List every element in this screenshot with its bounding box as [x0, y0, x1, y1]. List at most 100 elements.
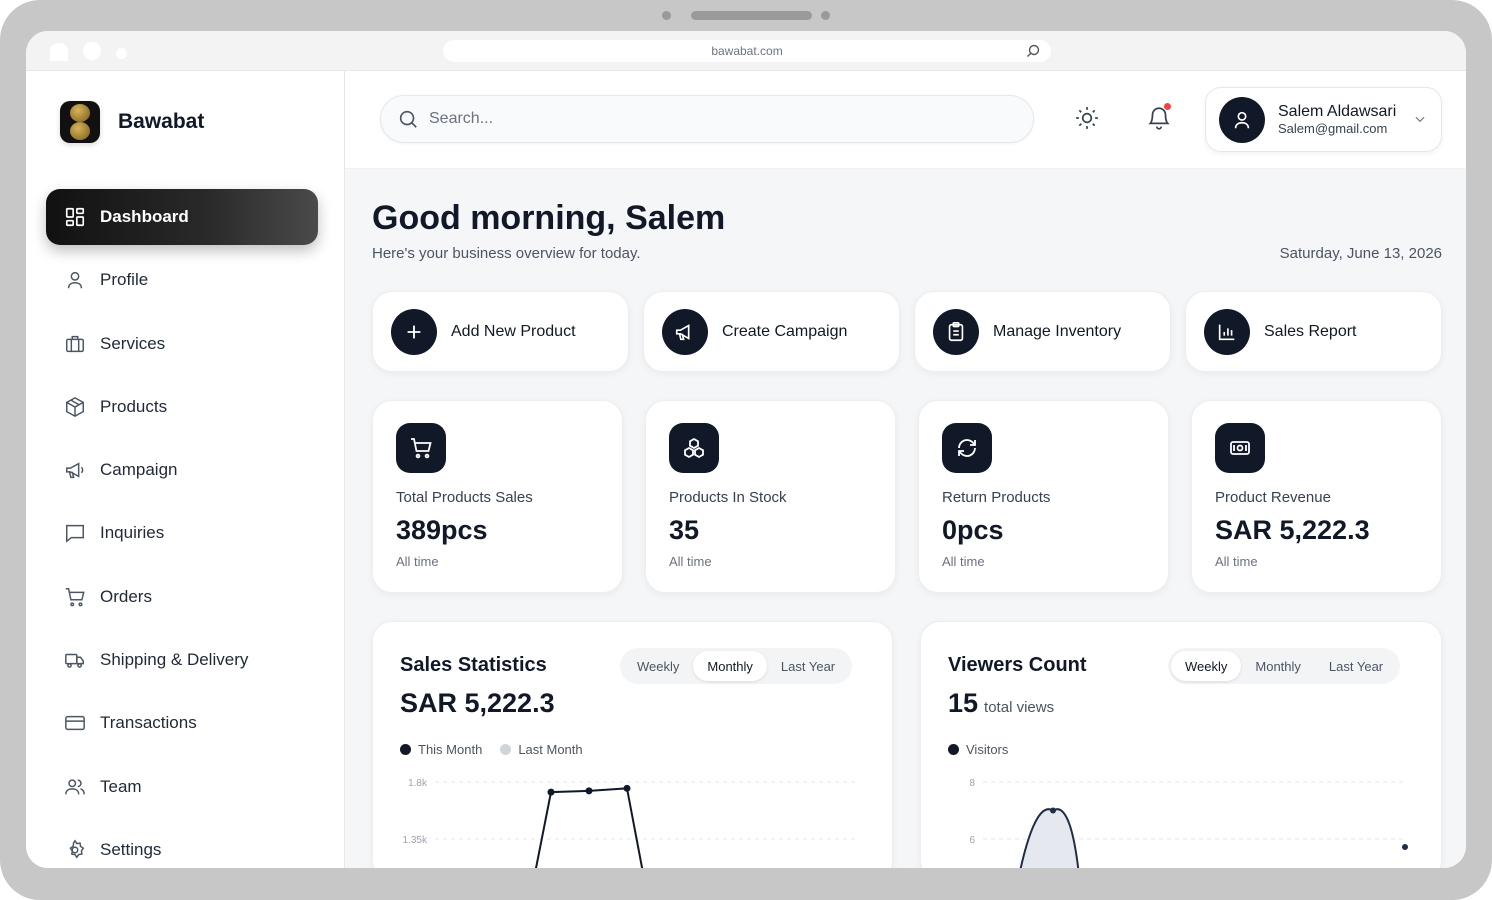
- data-point: [1402, 844, 1408, 850]
- total-views-label: total views: [984, 699, 1055, 716]
- tab-last-year[interactable]: Last Year: [767, 651, 849, 681]
- search-input[interactable]: [429, 110, 989, 128]
- window-control[interactable]: [50, 43, 68, 61]
- screen: bawabat.com Bawabat Dashboard Profile Se…: [26, 31, 1466, 868]
- search-box[interactable]: [380, 95, 1034, 143]
- sales-report-button[interactable]: Sales Report: [1185, 291, 1442, 372]
- device-frame: bawabat.com Bawabat Dashboard Profile Se…: [0, 0, 1492, 900]
- add-product-button[interactable]: Add New Product: [372, 291, 629, 372]
- y-tick-label: 6: [969, 835, 975, 846]
- sidebar-item-label: Team: [100, 776, 142, 796]
- sidebar-item-team[interactable]: Team: [46, 759, 318, 815]
- sidebar-item-label: Shipping & Delivery: [100, 650, 249, 670]
- credit-card-icon: [65, 716, 85, 731]
- browser-bar: bawabat.com: [26, 31, 1466, 71]
- sidebar-item-profile[interactable]: Profile: [46, 252, 318, 308]
- clipboard-icon: [933, 308, 979, 355]
- window-control[interactable]: [83, 42, 101, 60]
- sidebar-item-label: Products: [100, 396, 168, 416]
- current-date: Saturday, June 13, 2026: [1279, 245, 1442, 262]
- page-subtitle: Here's your business overview for today.: [372, 245, 641, 262]
- legend-item[interactable]: Last Month: [500, 742, 583, 757]
- main-content: Good morning, Salem Here's your business…: [345, 169, 1466, 868]
- stat-period: All time: [396, 554, 439, 569]
- series-line: [535, 787, 644, 868]
- brand-logo: [60, 101, 100, 143]
- sidebar-item-dashboard[interactable]: Dashboard: [46, 189, 318, 245]
- dashboard-grid-icon: [65, 207, 85, 227]
- brand[interactable]: Bawabat: [60, 101, 204, 143]
- tab-weekly[interactable]: Weekly: [1171, 651, 1242, 681]
- legend-item[interactable]: Visitors: [948, 742, 1008, 757]
- y-tick-label: 1.35k: [403, 835, 428, 846]
- sun-icon: [1076, 107, 1098, 129]
- tab-weekly[interactable]: Weekly: [623, 651, 693, 681]
- window-control[interactable]: [116, 48, 127, 59]
- manage-inventory-button[interactable]: Manage Inventory: [914, 291, 1171, 372]
- camera-dot: [662, 11, 671, 20]
- tab-last-year[interactable]: Last Year: [1315, 651, 1397, 681]
- sidebar-item-settings[interactable]: Settings: [46, 822, 318, 868]
- users-icon: [65, 779, 85, 795]
- data-point: [547, 788, 555, 796]
- notifications-button[interactable]: [1139, 98, 1179, 138]
- briefcase-icon: [66, 335, 84, 352]
- sidebar-item-label: Orders: [100, 586, 152, 606]
- user-name: Salem Aldawsari: [1278, 103, 1397, 120]
- legend-swatch: [400, 744, 411, 755]
- user-icon: [67, 272, 83, 289]
- topbar: Salem Aldawsari Salem@gmail.com: [345, 71, 1466, 169]
- stat-label: Total Products Sales: [396, 489, 533, 506]
- sidebar-item-label: Campaign: [100, 460, 178, 480]
- legend-swatch: [948, 744, 959, 755]
- user-menu[interactable]: Salem Aldawsari Salem@gmail.com: [1205, 87, 1442, 152]
- megaphone-icon: [662, 308, 708, 355]
- quick-action-label: Create Campaign: [722, 322, 848, 340]
- message-icon: [66, 525, 84, 544]
- sidebar-item-label: Dashboard: [100, 207, 189, 226]
- stat-value: SAR 5,222.3: [1215, 515, 1370, 545]
- bar-chart-icon: [1204, 308, 1250, 355]
- user-email: Salem@gmail.com: [1278, 121, 1388, 136]
- cart-icon: [396, 423, 446, 473]
- sidebar-item-inquiries[interactable]: Inquiries: [46, 505, 318, 561]
- sidebar-item-orders[interactable]: Orders: [46, 569, 318, 625]
- data-point: [1050, 807, 1056, 814]
- search-icon[interactable]: [1025, 43, 1041, 59]
- brand-name: Bawabat: [118, 110, 205, 133]
- total-views-value: 15: [948, 688, 979, 718]
- tab-monthly[interactable]: Monthly: [1241, 651, 1315, 681]
- stat-card-in-stock: Products In Stock 35 All time: [645, 400, 896, 593]
- stat-period: All time: [942, 554, 985, 569]
- sidebar-item-products[interactable]: Products: [46, 379, 318, 435]
- user-icon: [1234, 111, 1250, 128]
- stat-period: All time: [1215, 554, 1258, 569]
- panel-title: Viewers Count: [948, 654, 1087, 676]
- sidebar-item-label: Profile: [100, 270, 149, 290]
- sidebar-item-services[interactable]: Services: [46, 316, 318, 372]
- address-bar[interactable]: bawabat.com: [443, 40, 1051, 62]
- sidebar-item-label: Settings: [100, 839, 162, 859]
- cash-icon: [1215, 423, 1265, 473]
- theme-toggle-button[interactable]: [1067, 98, 1107, 138]
- stat-value: 35: [669, 515, 700, 545]
- sales-chart: 1.8k 1.35k: [403, 778, 855, 868]
- legend-item[interactable]: This Month: [400, 742, 482, 757]
- plus-icon: [391, 308, 437, 355]
- stat-value: 389pcs: [396, 515, 488, 545]
- data-point: [623, 784, 631, 792]
- stat-card-revenue: Product Revenue SAR 5,222.3 All time: [1191, 400, 1442, 593]
- chart-legend: Visitors: [948, 742, 1008, 757]
- sidebar-item-transactions[interactable]: Transactions: [46, 695, 318, 751]
- period-selector: Weekly Monthly Last Year: [620, 648, 853, 684]
- sidebar-nav: Dashboard Profile Services Products Camp…: [46, 189, 318, 868]
- legend-label: This Month: [418, 742, 483, 757]
- create-campaign-button[interactable]: Create Campaign: [643, 291, 900, 372]
- stat-label: Product Revenue: [1215, 489, 1331, 506]
- panel-title: Sales Statistics: [400, 654, 547, 676]
- sidebar-item-campaign[interactable]: Campaign: [46, 442, 318, 498]
- tab-monthly[interactable]: Monthly: [693, 651, 767, 681]
- sidebar-item-label: Services: [100, 333, 166, 353]
- data-point: [585, 787, 593, 795]
- sidebar-item-shipping[interactable]: Shipping & Delivery: [46, 632, 318, 688]
